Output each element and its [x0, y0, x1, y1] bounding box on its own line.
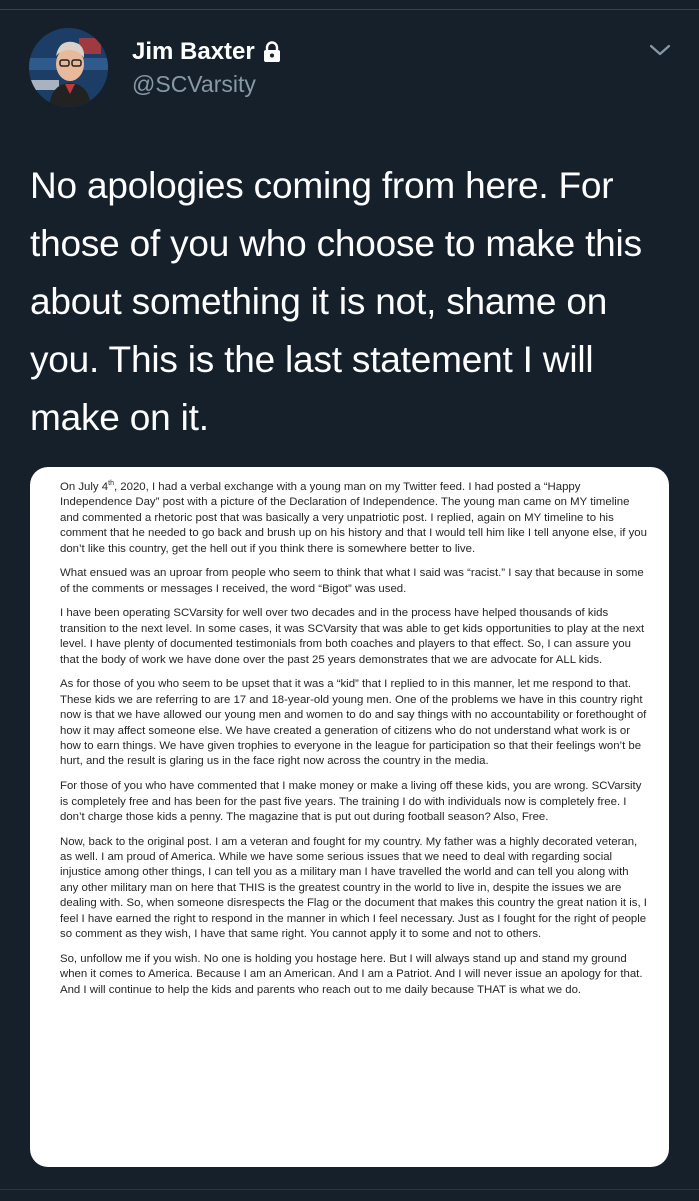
paragraph-text: On July 4 — [60, 481, 109, 493]
lock-icon — [262, 41, 282, 63]
bottom-divider — [0, 1189, 699, 1201]
paragraph: I have been operating SCVarsity for well… — [60, 607, 645, 666]
chevron-down-icon[interactable] — [647, 40, 673, 60]
paragraph: As for those of you who seem to be upset… — [60, 678, 647, 768]
paragraph: Now, back to the original post. I am a v… — [60, 835, 647, 941]
paragraph: For those of you who have commented that… — [60, 780, 642, 823]
avatar-image — [29, 28, 108, 107]
paragraph: So, unfollow me if you wish. No one is h… — [60, 952, 643, 996]
paragraph-text: , 2020, I had a verbal exchange with a y… — [60, 481, 647, 555]
statement-document: On July 4th, 2020, I had a verbal exchan… — [60, 480, 650, 1007]
paragraph: What ensued was an uproar from people wh… — [60, 567, 644, 595]
author-name-row[interactable]: Jim Baxter — [132, 38, 282, 66]
avatar[interactable] — [29, 28, 108, 107]
paragraph: On July 4th, 2020, I had a verbal exchan… — [60, 480, 650, 557]
tweet-text: No apologies coming from here. For those… — [30, 165, 642, 438]
display-name[interactable]: Jim Baxter — [132, 38, 255, 66]
attached-image[interactable]: On July 4th, 2020, I had a verbal exchan… — [30, 467, 669, 1167]
top-divider — [0, 0, 699, 10]
handle[interactable]: @SCVarsity — [132, 71, 256, 98]
